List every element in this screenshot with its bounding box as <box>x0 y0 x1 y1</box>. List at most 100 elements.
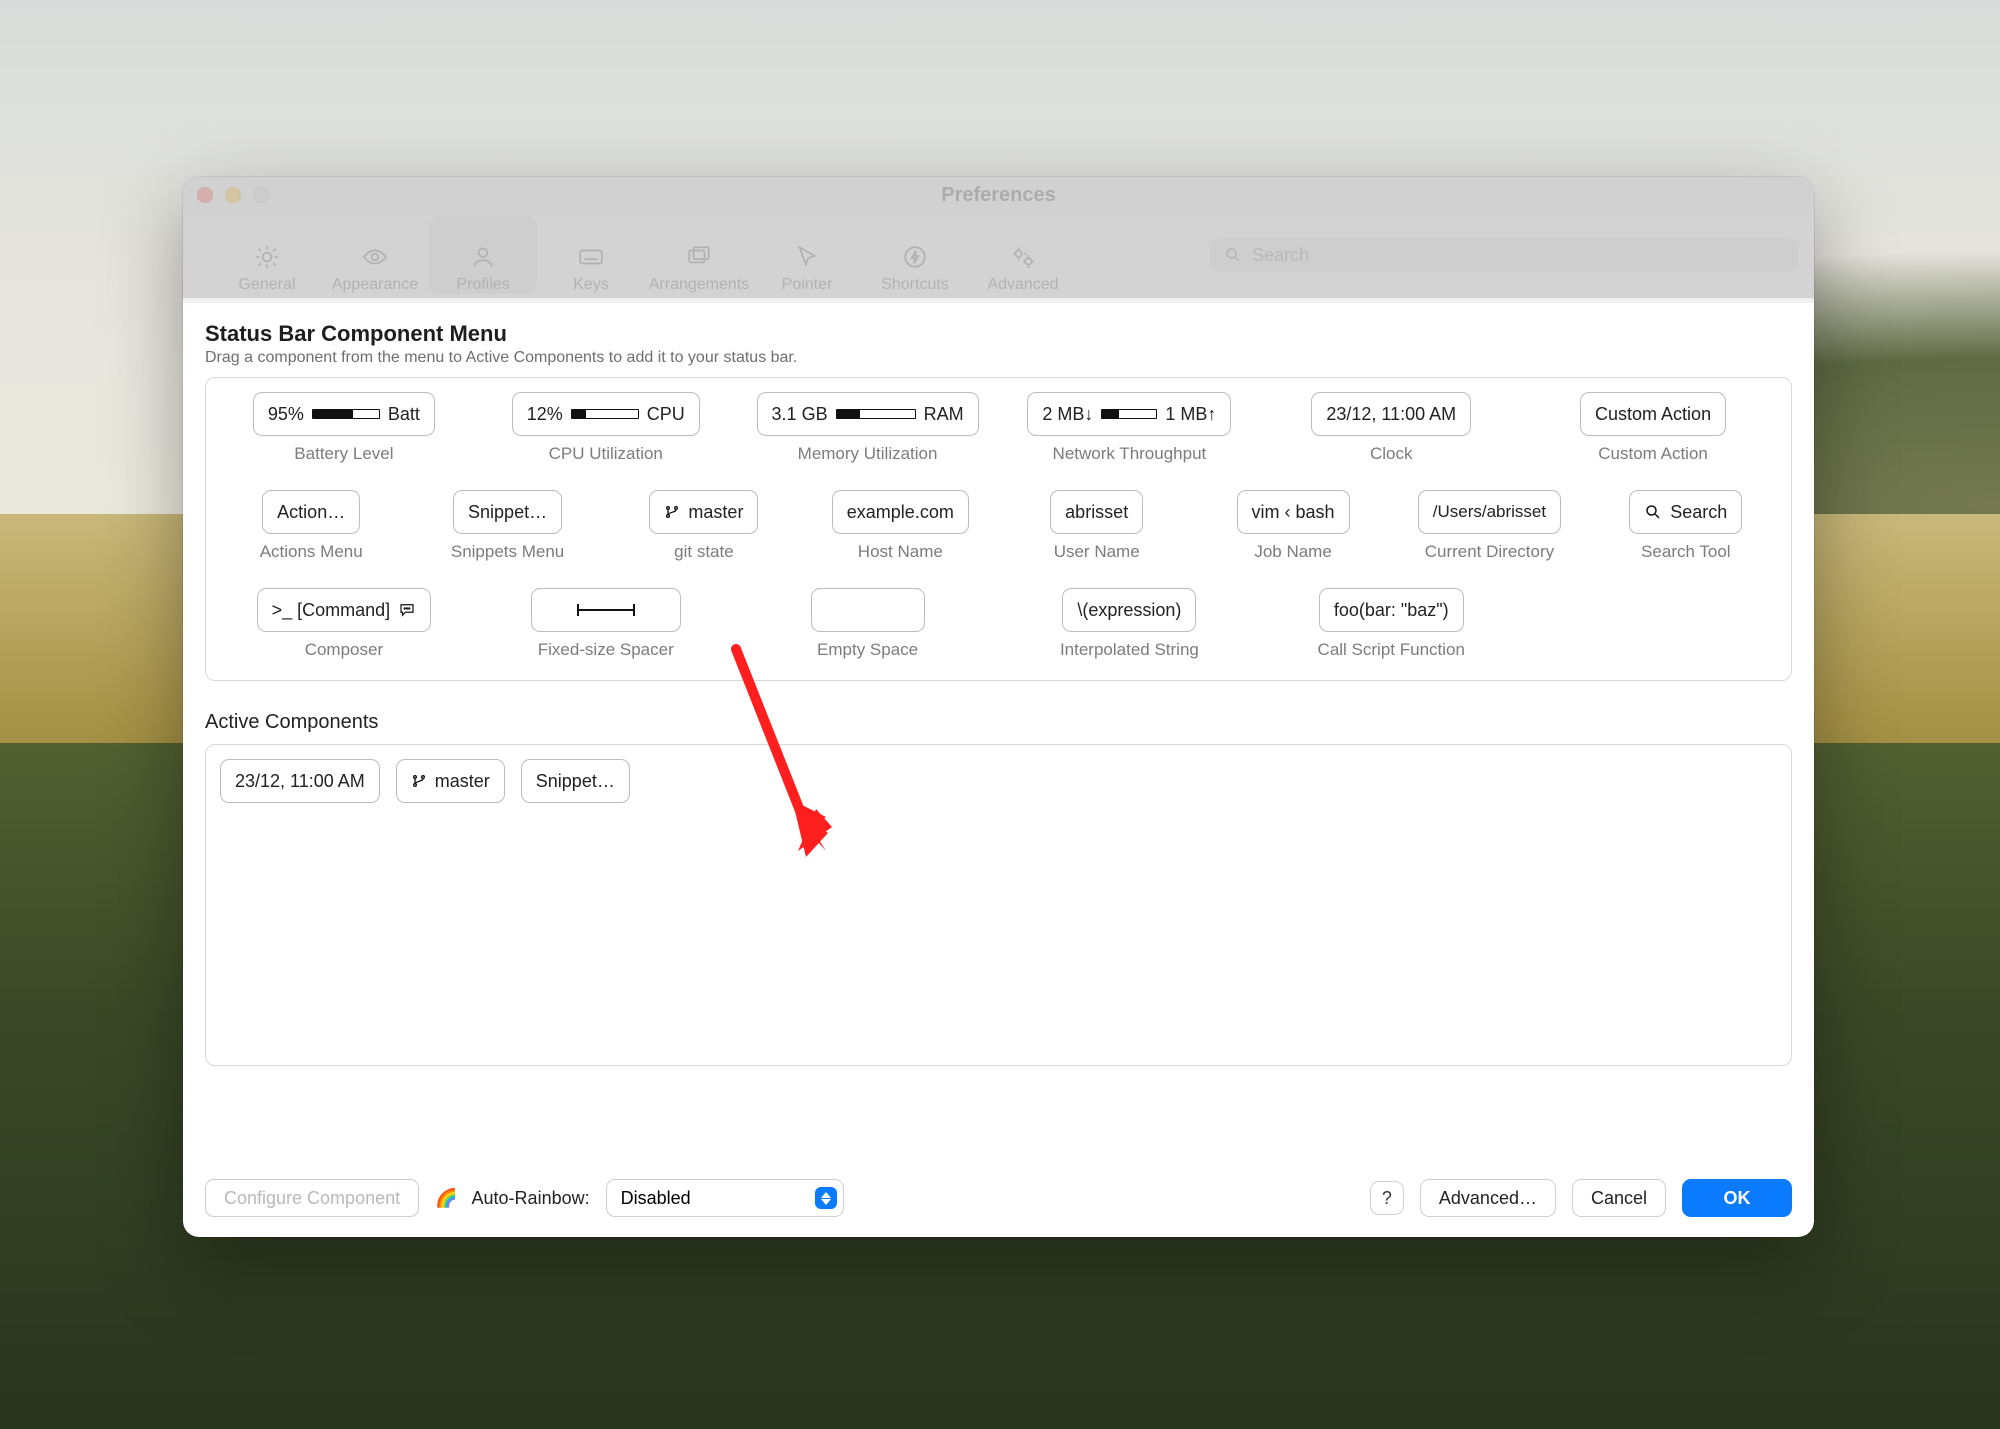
component-pill[interactable]: Snippet… <box>453 490 562 534</box>
zoom-button[interactable] <box>253 187 269 203</box>
component-menu-panel: 95% Batt Battery Level 12% CPU CPU Utili… <box>205 377 1792 681</box>
gears-icon <box>1009 244 1037 270</box>
component-pill[interactable] <box>811 588 925 632</box>
component-user-name[interactable]: abrisset User Name <box>1008 490 1186 562</box>
ok-button[interactable]: OK <box>1682 1179 1792 1217</box>
component-battery[interactable]: 95% Batt Battery Level <box>222 392 466 464</box>
configure-component-button: Configure Component <box>205 1179 419 1217</box>
bolt-icon <box>901 244 929 270</box>
component-empty-space[interactable]: Empty Space <box>746 588 990 660</box>
sheet-footer: Configure Component 🌈 Auto-Rainbow: Disa… <box>183 1165 1814 1237</box>
component-caption: Composer <box>305 640 383 660</box>
component-caption: Empty Space <box>817 640 918 660</box>
tab-label: General <box>239 276 296 294</box>
component-caption: Custom Action <box>1598 444 1708 464</box>
ram-bar-icon <box>836 409 916 419</box>
component-interpolated-string[interactable]: \(expression) Interpolated String <box>1007 588 1251 660</box>
component-caption: User Name <box>1054 542 1140 562</box>
component-pill[interactable]: vim ‹ bash <box>1237 490 1350 534</box>
section-heading: Status Bar Component Menu <box>205 321 1792 347</box>
component-snippets-menu[interactable]: Snippet… Snippets Menu <box>418 490 596 562</box>
component-pill[interactable]: Custom Action <box>1580 392 1726 436</box>
value-left: 12% <box>527 404 563 425</box>
minimize-button[interactable] <box>225 187 241 203</box>
component-cpu[interactable]: 12% CPU CPU Utilization <box>484 392 728 464</box>
tab-advanced[interactable]: Advanced <box>969 216 1077 294</box>
search-placeholder: Search <box>1252 245 1309 266</box>
select-value: Disabled <box>621 1188 691 1209</box>
tab-shortcuts[interactable]: Shortcuts <box>861 216 969 294</box>
active-item-snippets[interactable]: Snippet… <box>521 759 630 803</box>
advanced-button[interactable]: Advanced… <box>1420 1179 1556 1217</box>
toolbar-search[interactable]: Search <box>1210 238 1798 272</box>
stepper-icon <box>815 1187 837 1209</box>
component-pill[interactable]: /Users/abrisset <box>1418 490 1561 534</box>
value-right: 1 MB↑ <box>1165 404 1216 425</box>
preferences-window: Preferences General Appearance Profiles … <box>183 177 1814 1237</box>
component-pill[interactable]: master <box>649 490 758 534</box>
component-ram[interactable]: 3.1 GB RAM Memory Utilization <box>746 392 990 464</box>
sheet-content: Status Bar Component Menu Drag a compone… <box>183 303 1814 1082</box>
component-pill[interactable] <box>531 588 681 632</box>
value-right: RAM <box>924 404 964 425</box>
battery-bar-icon <box>312 409 380 419</box>
tab-profiles[interactable]: Profiles <box>429 216 537 294</box>
component-pill[interactable]: 12% CPU <box>512 392 700 436</box>
component-custom-action[interactable]: Custom Action Custom Action <box>1531 392 1775 464</box>
close-button[interactable] <box>197 187 213 203</box>
tab-general[interactable]: General <box>213 216 321 294</box>
component-pill[interactable]: 2 MB↓ 1 MB↑ <box>1027 392 1231 436</box>
active-item-clock[interactable]: 23/12, 11:00 AM <box>220 759 380 803</box>
cancel-button[interactable]: Cancel <box>1572 1179 1666 1217</box>
pill-text: Search <box>1670 502 1727 523</box>
tab-keys[interactable]: Keys <box>537 216 645 294</box>
tab-label: Shortcuts <box>881 276 949 294</box>
component-cwd[interactable]: /Users/abrisset Current Directory <box>1400 490 1578 562</box>
component-pill[interactable]: foo(bar: "baz") <box>1319 588 1464 632</box>
tab-label: Pointer <box>782 276 833 294</box>
component-network[interactable]: 2 MB↓ 1 MB↑ Network Throughput <box>1007 392 1251 464</box>
component-actions-menu[interactable]: Action… Actions Menu <box>222 490 400 562</box>
component-job-name[interactable]: vim ‹ bash Job Name <box>1204 490 1382 562</box>
search-icon <box>1644 503 1662 521</box>
component-pill[interactable]: >_ [Command] <box>257 588 432 632</box>
active-components-panel[interactable]: 23/12, 11:00 AM master Snippet… <box>205 744 1792 1066</box>
component-clock[interactable]: 23/12, 11:00 AM Clock <box>1269 392 1513 464</box>
person-icon <box>469 244 497 270</box>
component-pill[interactable]: 23/12, 11:00 AM <box>1311 392 1471 436</box>
value-right: Batt <box>388 404 420 425</box>
tab-appearance[interactable]: Appearance <box>321 216 429 294</box>
active-item-git[interactable]: master <box>396 759 505 803</box>
component-pill[interactable]: Search <box>1629 490 1742 534</box>
component-caption: Search Tool <box>1641 542 1730 562</box>
component-call-script[interactable]: foo(bar: "baz") Call Script Function <box>1269 588 1513 660</box>
component-caption: Host Name <box>858 542 943 562</box>
section-hint: Drag a component from the menu to Active… <box>205 349 1792 367</box>
auto-rainbow-select[interactable]: Disabled <box>606 1179 844 1217</box>
component-pill[interactable]: 95% Batt <box>253 392 435 436</box>
component-pill[interactable]: 3.1 GB RAM <box>757 392 979 436</box>
component-pill[interactable]: example.com <box>832 490 969 534</box>
component-caption: Actions Menu <box>260 542 363 562</box>
preferences-toolbar: General Appearance Profiles Keys Arrange… <box>183 213 1814 303</box>
component-pill[interactable]: abrisset <box>1050 490 1143 534</box>
component-git-state[interactable]: master git state <box>615 490 793 562</box>
speech-bubble-icon <box>398 601 416 619</box>
component-fixed-spacer[interactable]: Fixed-size Spacer <box>484 588 728 660</box>
component-caption: Current Directory <box>1425 542 1554 562</box>
tab-pointer[interactable]: Pointer <box>753 216 861 294</box>
windows-icon <box>685 244 713 270</box>
component-caption: CPU Utilization <box>549 444 663 464</box>
component-caption: Clock <box>1370 444 1413 464</box>
component-caption: Call Script Function <box>1318 640 1465 660</box>
component-search-tool[interactable]: Search Search Tool <box>1597 490 1775 562</box>
tab-arrangements[interactable]: Arrangements <box>645 216 753 294</box>
value-left: 95% <box>268 404 304 425</box>
component-composer[interactable]: >_ [Command] Composer <box>222 588 466 660</box>
help-button[interactable]: ? <box>1370 1181 1404 1215</box>
pointer-icon <box>793 244 821 270</box>
component-pill[interactable]: \(expression) <box>1062 588 1196 632</box>
value-left: 2 MB↓ <box>1042 404 1093 425</box>
component-host-name[interactable]: example.com Host Name <box>811 490 989 562</box>
component-pill[interactable]: Action… <box>262 490 360 534</box>
